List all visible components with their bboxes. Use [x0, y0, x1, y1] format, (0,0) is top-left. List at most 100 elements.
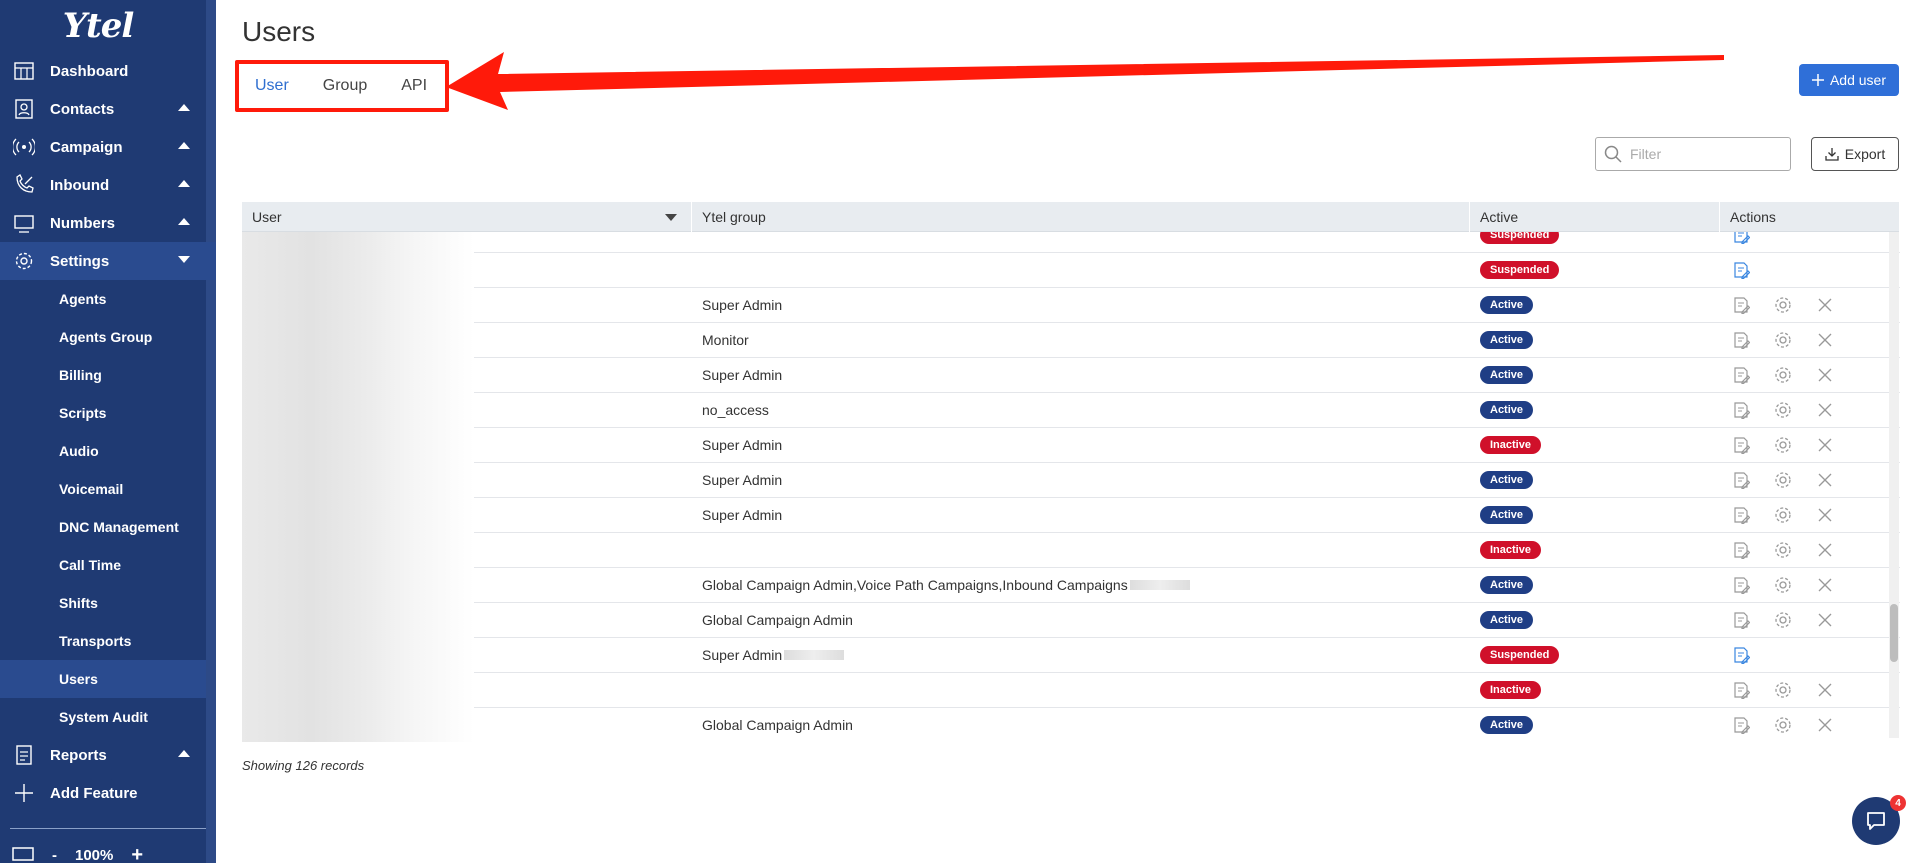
chevron-up-icon[interactable] [178, 104, 190, 111]
column-user[interactable]: User [242, 202, 692, 232]
close-icon[interactable] [1814, 329, 1836, 351]
sidebar-item-users[interactable]: Users [0, 660, 216, 698]
gear-icon[interactable] [1772, 434, 1794, 456]
close-icon[interactable] [1814, 504, 1836, 526]
table-row[interactable]: Inactive [242, 532, 1900, 568]
edit-icon[interactable] [1730, 644, 1752, 666]
sort-desc-icon[interactable] [665, 214, 677, 221]
column-active[interactable]: Active [1470, 202, 1720, 232]
chevron-up-icon[interactable] [178, 142, 190, 149]
sidebar-item-inbound[interactable]: Inbound [0, 166, 216, 204]
sidebar-item-audio[interactable]: Audio [0, 432, 216, 470]
inbound-icon [12, 173, 36, 197]
gear-icon[interactable] [1772, 714, 1794, 736]
edit-icon[interactable] [1730, 469, 1752, 491]
close-icon[interactable] [1814, 399, 1836, 421]
edit-icon[interactable] [1730, 329, 1752, 351]
close-icon[interactable] [1814, 679, 1836, 701]
gear-icon[interactable] [1772, 679, 1794, 701]
sidebar-item-add-feature[interactable]: Add Feature [0, 774, 216, 812]
tab-group[interactable]: Group [323, 77, 367, 95]
table-row[interactable]: Suspended [242, 252, 1900, 288]
edit-icon[interactable] [1730, 679, 1752, 701]
edit-icon[interactable] [1730, 609, 1752, 631]
tab-user[interactable]: User [255, 77, 289, 95]
zoom-out-button[interactable]: - [52, 847, 57, 863]
close-icon[interactable] [1814, 574, 1836, 596]
gear-icon[interactable] [1772, 539, 1794, 561]
gear-icon[interactable] [1772, 504, 1794, 526]
table-row[interactable]: Inactive [242, 672, 1900, 708]
group-text: Global Campaign Admin,Voice Path Campaig… [702, 577, 1128, 593]
sidebar-item-system-audit[interactable]: System Audit [0, 698, 216, 736]
sidebar-item-reports[interactable]: Reports [0, 736, 216, 774]
sidebar-item-label: Settings [50, 252, 110, 270]
close-icon[interactable] [1814, 714, 1836, 736]
gear-icon[interactable] [1772, 469, 1794, 491]
table-row[interactable]: Monitor Active [242, 322, 1900, 358]
tab-api[interactable]: API [401, 77, 427, 95]
filter-field[interactable] [1595, 137, 1791, 171]
edit-icon[interactable] [1730, 504, 1752, 526]
gear-icon[interactable] [1772, 294, 1794, 316]
sidebar-item-billing[interactable]: Billing [0, 356, 216, 394]
table-row[interactable]: Super Admin Active [242, 497, 1900, 533]
chevron-up-icon[interactable] [178, 180, 190, 187]
table-row[interactable]: no_access Active [242, 392, 1900, 428]
sidebar-item-campaign[interactable]: Campaign [0, 128, 216, 166]
edit-icon[interactable] [1730, 294, 1752, 316]
zoom-in-button[interactable]: + [131, 844, 143, 863]
table-row[interactable]: Super Admin Active [242, 462, 1900, 498]
table-row[interactable]: Super Admin Active [242, 287, 1900, 323]
table-row[interactable]: Super Admin Inactive [242, 427, 1900, 463]
sidebar-item-dashboard[interactable]: Dashboard [0, 52, 216, 90]
user-cell [242, 532, 692, 568]
table-row[interactable]: Global Campaign Admin Active [242, 602, 1900, 638]
sidebar-item-call-time[interactable]: Call Time [0, 546, 216, 584]
close-icon[interactable] [1814, 434, 1836, 456]
table-scrollbar-thumb[interactable] [1890, 604, 1898, 662]
export-button[interactable]: Export [1811, 137, 1899, 171]
status-badge: Suspended [1480, 261, 1560, 279]
edit-icon[interactable] [1730, 364, 1752, 386]
gear-icon[interactable] [1772, 609, 1794, 631]
chevron-up-icon[interactable] [178, 218, 190, 225]
close-icon[interactable] [1814, 469, 1836, 491]
gear-icon[interactable] [1772, 329, 1794, 351]
filter-input[interactable] [1630, 146, 1780, 162]
edit-icon[interactable] [1730, 399, 1752, 421]
ytel-logo[interactable]: Ytel [0, 0, 216, 52]
edit-icon[interactable] [1730, 259, 1752, 281]
sidebar-item-agents-group[interactable]: Agents Group [0, 318, 216, 356]
sidebar-item-settings[interactable]: Settings [0, 242, 216, 280]
close-icon[interactable] [1814, 609, 1836, 631]
sidebar-item-transports[interactable]: Transports [0, 622, 216, 660]
sidebar-item-shifts[interactable]: Shifts [0, 584, 216, 622]
edit-icon[interactable] [1730, 434, 1752, 456]
gear-icon[interactable] [1772, 574, 1794, 596]
chevron-up-icon[interactable] [178, 750, 190, 757]
table-row[interactable]: Global Campaign Admin Active [242, 707, 1900, 742]
user-cell [242, 392, 692, 428]
sidebar-item-voicemail[interactable]: Voicemail [0, 470, 216, 508]
close-icon[interactable] [1814, 364, 1836, 386]
sidebar-item-agents[interactable]: Agents [0, 280, 216, 318]
sidebar-item-numbers[interactable]: Numbers [0, 204, 216, 242]
table-row[interactable]: Super Admin Suspended [242, 637, 1900, 673]
add-user-button[interactable]: Add user [1799, 64, 1899, 96]
status-cell: Inactive [1470, 428, 1720, 463]
gear-icon[interactable] [1772, 364, 1794, 386]
table-row[interactable]: Global Campaign Admin,Voice Path Campaig… [242, 567, 1900, 603]
edit-icon[interactable] [1730, 714, 1752, 736]
close-icon[interactable] [1814, 539, 1836, 561]
sidebar-item-dnc-management[interactable]: DNC Management [0, 508, 216, 546]
close-icon[interactable] [1814, 294, 1836, 316]
column-ytel-group[interactable]: Ytel group [692, 202, 1470, 232]
edit-icon[interactable] [1730, 574, 1752, 596]
sidebar-item-scripts[interactable]: Scripts [0, 394, 216, 432]
edit-icon[interactable] [1730, 539, 1752, 561]
gear-icon[interactable] [1772, 399, 1794, 421]
table-row[interactable]: Super Admin Active [242, 357, 1900, 393]
chevron-down-icon[interactable] [178, 256, 190, 263]
sidebar-item-contacts[interactable]: Contacts [0, 90, 216, 128]
